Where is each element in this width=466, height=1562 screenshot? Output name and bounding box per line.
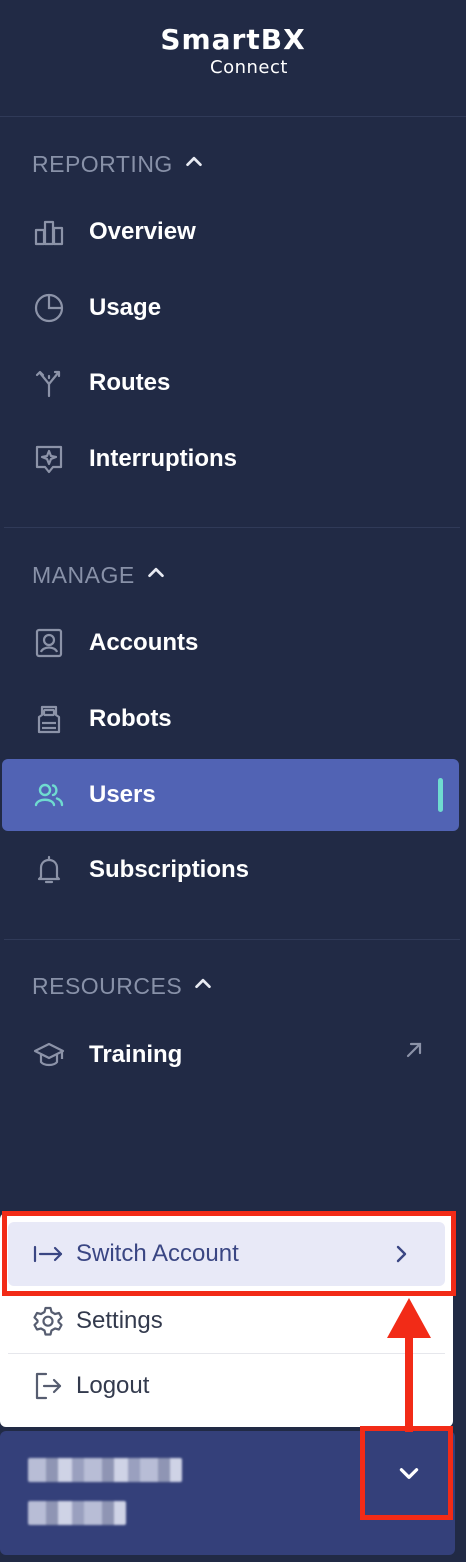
section-reporting-toggle[interactable]: REPORTING [32, 150, 205, 178]
app-logo: SmartBX Connect [0, 23, 466, 78]
section-reporting-label: REPORTING [32, 150, 173, 177]
section-resources-toggle[interactable]: RESOURCES [32, 972, 214, 1000]
nav-item-label: Accounts [89, 629, 199, 656]
user-name-redacted [28, 1458, 182, 1482]
nav-item-accounts[interactable]: Accounts [2, 607, 459, 679]
nav-item-training[interactable]: Training [2, 1019, 459, 1091]
section-resources-label: RESOURCES [32, 972, 183, 999]
nav-item-interruptions[interactable]: Interruptions [2, 423, 459, 495]
highlight-box-toggle [360, 1426, 453, 1520]
section-divider [4, 939, 460, 940]
bell-icon [32, 853, 66, 887]
nav-item-label: Robots [89, 705, 172, 732]
header-divider [0, 116, 466, 117]
alert-badge-icon [32, 442, 66, 476]
chevron-up-icon [183, 150, 205, 178]
pie-chart-icon [32, 291, 66, 325]
user-email-redacted [28, 1501, 126, 1525]
nav-item-routes[interactable]: Routes [2, 347, 459, 419]
nav-item-label: Subscriptions [89, 856, 250, 883]
highlight-box-switch-account [2, 1211, 456, 1296]
robot-icon [32, 702, 66, 736]
nav-item-overview[interactable]: Overview [2, 196, 459, 268]
logout-label: Logout [76, 1372, 150, 1399]
active-indicator [438, 778, 443, 812]
section-manage-toggle[interactable]: MANAGE [32, 561, 167, 589]
bar-chart-icon [32, 215, 66, 249]
external-link-icon [403, 1039, 425, 1061]
nav-item-robots[interactable]: Robots [2, 683, 459, 755]
logout-button[interactable]: Logout [8, 1354, 445, 1418]
gear-icon [32, 1305, 64, 1337]
nav-item-subscriptions[interactable]: Subscriptions [2, 834, 459, 906]
settings-label: Settings [76, 1307, 163, 1334]
chevron-up-icon [145, 561, 167, 589]
settings-button[interactable]: Settings [8, 1289, 445, 1353]
graduation-cap-icon [32, 1038, 66, 1072]
nav-item-label: Overview [89, 218, 196, 245]
nav-item-label: Users [89, 781, 156, 808]
chevron-up-icon [192, 972, 214, 1000]
annotation-arrow-icon [387, 1298, 431, 1432]
split-arrow-icon [32, 366, 66, 400]
nav-item-label: Usage [89, 294, 162, 321]
nav-item-users[interactable]: Users [2, 759, 459, 831]
nav-item-label: Interruptions [89, 445, 237, 472]
section-manage-label: MANAGE [32, 561, 135, 588]
logout-icon [32, 1370, 64, 1402]
nav-item-label: Routes [89, 369, 171, 396]
account-icon [32, 626, 66, 660]
nav-item-label: Training [89, 1041, 183, 1068]
nav-item-usage[interactable]: Usage [2, 272, 459, 344]
users-icon [32, 778, 66, 812]
logo-title: SmartBX [160, 23, 306, 56]
logo-subtitle: Connect [210, 57, 288, 78]
section-divider [4, 527, 460, 528]
